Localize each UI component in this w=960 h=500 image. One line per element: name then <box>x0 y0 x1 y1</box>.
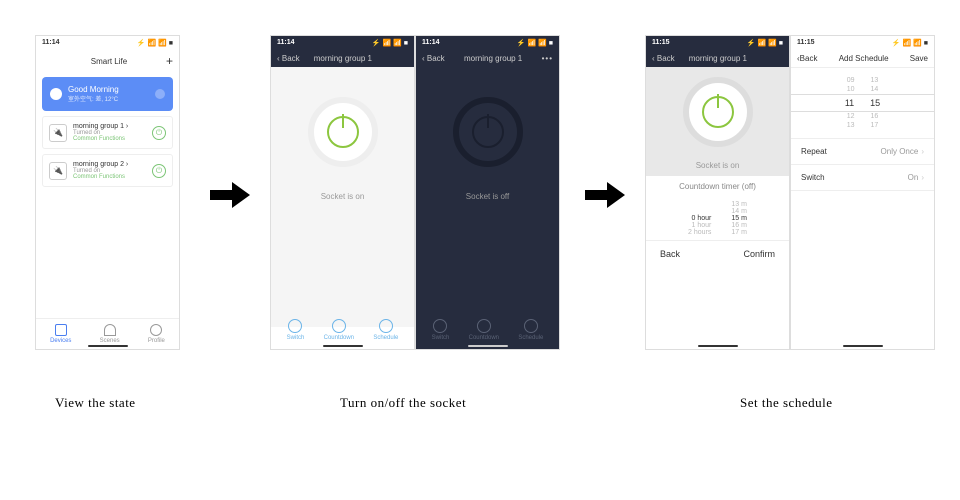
picker-confirm-button[interactable]: Confirm <box>743 249 775 259</box>
status-icons: ⚡ 📶 📶 ■ <box>372 39 408 47</box>
status-time: 11:14 <box>277 39 295 47</box>
header: Smart Life + <box>36 50 179 72</box>
phone-smart-life: 11:14 ⚡ 📶 📶 ■ Smart Life + Good Morning … <box>35 35 180 350</box>
page-title: morning group 1 <box>300 54 386 63</box>
device-common: Common Functions <box>73 174 128 180</box>
header: ‹Back Add Schedule Save <box>791 50 934 68</box>
socket-panel: Socket is off <box>416 67 559 327</box>
page-title: morning group 1 <box>445 54 542 63</box>
device-row-1[interactable]: 🔌 morning group 1 › Turned on Common Fun… <box>42 116 173 149</box>
page-title: morning group 1 <box>675 54 761 63</box>
back-button[interactable]: ‹ Back <box>422 54 445 63</box>
plug-icon: 🔌 <box>49 162 67 180</box>
device-name: morning group 2 › <box>73 161 128 168</box>
tab-countdown[interactable]: Countdown <box>324 319 354 341</box>
picker-back-button[interactable]: Back <box>660 249 680 259</box>
status-bar: 11:14 ⚡ 📶 📶 ■ <box>271 36 414 50</box>
time-picker[interactable]: 0913 1014 1115 1216 1317 <box>791 68 934 138</box>
header: ‹ Back morning group 1 <box>646 50 789 67</box>
caption-toggle: Turn on/off the socket <box>340 395 466 411</box>
device-common: Common Functions <box>73 136 128 142</box>
phone-socket-off: 11:14 ⚡ 📶 📶 ■ ‹ Back morning group 1 •••… <box>415 35 560 350</box>
tab-devices[interactable]: Devices <box>50 324 71 344</box>
banner-subtitle: 室外空气: 差, 12°C <box>68 94 119 103</box>
bottom-tabs: Switch Countdown Schedule <box>416 319 559 341</box>
device-name: morning group 1 › <box>73 123 128 130</box>
home-indicator <box>698 345 738 347</box>
socket-status: Socket is off <box>416 192 559 201</box>
status-bar: 11:14 ⚡ 📶 📶 ■ <box>416 36 559 50</box>
home-indicator <box>843 345 883 347</box>
status-time: 11:14 <box>422 39 440 47</box>
power-icon <box>702 96 734 128</box>
tab-profile[interactable]: Profile <box>148 324 165 344</box>
sun-icon <box>50 88 62 100</box>
arrow-icon <box>210 180 250 210</box>
tab-countdown[interactable]: Countdown <box>469 319 499 341</box>
device-row-2[interactable]: 🔌 morning group 2 › Turned on Common Fun… <box>42 154 173 187</box>
status-icons: ⚡ 📶 📶 ■ <box>517 39 553 47</box>
status-bar: 11:15 ⚡ 📶 📶 ■ <box>791 36 934 50</box>
caption-schedule: Set the schedule <box>740 395 832 411</box>
mic-icon[interactable] <box>155 89 165 99</box>
countdown-title: Countdown timer (off) <box>646 176 789 197</box>
repeat-label: Repeat <box>801 147 827 156</box>
caption-view: View the state <box>55 395 136 411</box>
power-icon <box>472 116 504 148</box>
picker-actions: Back Confirm <box>646 240 789 267</box>
home-indicator <box>88 345 128 347</box>
save-button[interactable]: Save <box>910 54 928 63</box>
status-time: 11:15 <box>652 39 670 47</box>
power-toggle-small[interactable]: ⏻ <box>152 164 166 178</box>
countdown-picker[interactable]: 0 hour 1 hour 2 hours 13 m14 m 15 m 16 m… <box>646 197 789 240</box>
status-bar: 11:14 ⚡ 📶 📶 ■ <box>36 36 179 50</box>
power-button-large[interactable] <box>308 97 378 167</box>
phone-socket-on: 11:14 ⚡ 📶 📶 ■ ‹ Back morning group 1 Soc… <box>270 35 415 350</box>
status-icons: ⚡ 📶 📶 ■ <box>747 39 783 47</box>
page-title: Add Schedule <box>817 54 909 63</box>
tab-switch[interactable]: Switch <box>432 319 450 341</box>
tab-switch[interactable]: Switch <box>287 319 305 341</box>
more-button[interactable]: ••• <box>542 54 553 63</box>
app-title: Smart Life <box>52 57 166 66</box>
status-time: 11:14 <box>42 39 60 47</box>
weather-banner[interactable]: Good Morning 室外空气: 差, 12°C <box>42 77 173 111</box>
repeat-row[interactable]: Repeat Only Once› <box>791 138 934 165</box>
add-button[interactable]: + <box>166 54 173 68</box>
back-button[interactable]: ‹ Back <box>652 54 675 63</box>
phone-add-schedule: 11:15 ⚡ 📶 📶 ■ ‹Back Add Schedule Save 09… <box>790 35 935 350</box>
tab-schedule[interactable]: Schedule <box>373 319 398 341</box>
power-icon <box>327 116 359 148</box>
back-button[interactable]: ‹Back <box>797 54 817 63</box>
switch-label: Switch <box>801 173 825 182</box>
socket-status: Socket is on <box>271 192 414 201</box>
back-button[interactable]: ‹ Back <box>277 54 300 63</box>
arrow-icon <box>585 180 625 210</box>
tab-scenes[interactable]: Scenes <box>100 324 120 344</box>
home-indicator <box>468 345 508 347</box>
banner-title: Good Morning <box>68 85 119 94</box>
status-time: 11:15 <box>797 39 815 47</box>
status-bar: 11:15 ⚡ 📶 📶 ■ <box>646 36 789 50</box>
socket-panel: Socket is on <box>646 67 789 176</box>
socket-panel: Socket is on <box>271 67 414 327</box>
tab-schedule[interactable]: Schedule <box>518 319 543 341</box>
status-icons: ⚡ 📶 📶 ■ <box>137 39 173 47</box>
power-button-large[interactable] <box>683 77 753 147</box>
power-toggle-small[interactable]: ⏻ <box>152 126 166 140</box>
switch-row[interactable]: Switch On› <box>791 165 934 191</box>
bottom-tabs: Switch Countdown Schedule <box>271 319 414 341</box>
header: ‹ Back morning group 1 <box>271 50 414 67</box>
plug-icon: 🔌 <box>49 124 67 142</box>
power-button-large[interactable] <box>453 97 523 167</box>
status-icons: ⚡ 📶 📶 ■ <box>892 39 928 47</box>
phone-countdown: 11:15 ⚡ 📶 📶 ■ ‹ Back morning group 1 Soc… <box>645 35 790 350</box>
header: ‹ Back morning group 1 ••• <box>416 50 559 67</box>
home-indicator <box>323 345 363 347</box>
socket-status: Socket is on <box>646 161 789 170</box>
